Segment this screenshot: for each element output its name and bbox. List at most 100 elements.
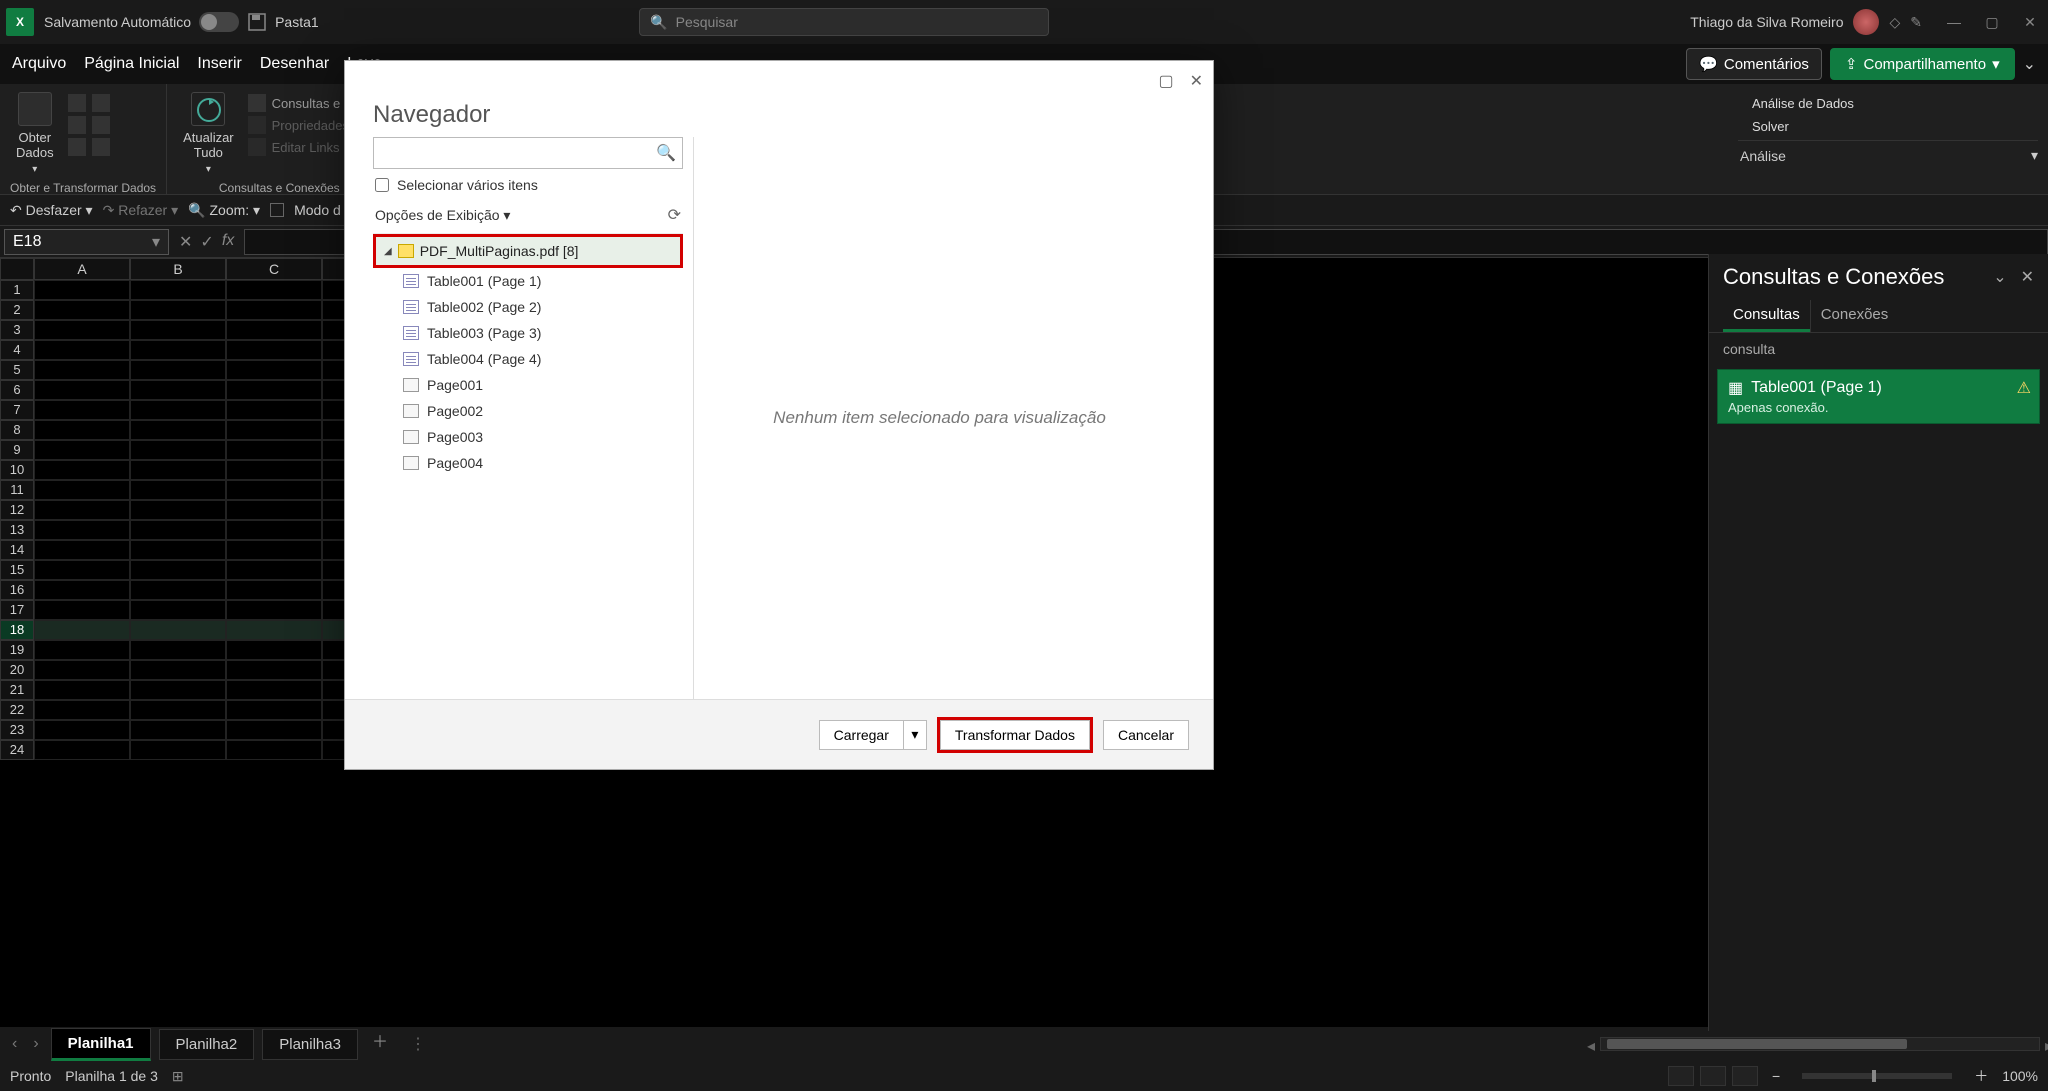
from-web-button[interactable]: [68, 116, 110, 134]
cell[interactable]: [130, 580, 226, 600]
row-header[interactable]: 7: [0, 400, 34, 420]
cell[interactable]: [226, 420, 322, 440]
sheet-drag-handle[interactable]: ⋮: [410, 1034, 426, 1054]
cell[interactable]: [226, 340, 322, 360]
cell[interactable]: [34, 380, 130, 400]
cell[interactable]: [130, 400, 226, 420]
cell[interactable]: [226, 380, 322, 400]
cell[interactable]: [226, 600, 322, 620]
cell[interactable]: [130, 540, 226, 560]
row-header[interactable]: 2: [0, 300, 34, 320]
cell[interactable]: [130, 520, 226, 540]
carregar-split-button[interactable]: Carregar ▾: [819, 720, 927, 750]
cell[interactable]: [226, 620, 322, 640]
row-header[interactable]: 16: [0, 580, 34, 600]
query-item[interactable]: ▦ Table001 (Page 1) Apenas conexão. ⚠: [1717, 369, 2040, 424]
cell[interactable]: [226, 460, 322, 480]
row-headers[interactable]: 123456789101112131415161718192021222324: [0, 280, 34, 760]
user-area[interactable]: Thiago da Silva Romeiro ◇ ✎: [1690, 9, 1922, 35]
row-header[interactable]: 22: [0, 700, 34, 720]
cell[interactable]: [34, 300, 130, 320]
cell[interactable]: [34, 720, 130, 740]
view-normal-button[interactable]: [1668, 1066, 1694, 1086]
diamond-icon[interactable]: ◇: [1889, 14, 1900, 31]
maximize-button[interactable]: ▢: [1980, 14, 2004, 31]
cell[interactable]: [226, 740, 322, 760]
tree-item-table[interactable]: Table003 (Page 3): [373, 320, 683, 346]
from-table-button[interactable]: [68, 138, 110, 156]
tab-pagina-inicial[interactable]: Página Inicial: [84, 55, 179, 73]
refresh-tree-button[interactable]: ⟳: [668, 205, 681, 225]
save-icon[interactable]: [247, 12, 267, 32]
cell[interactable]: [226, 400, 322, 420]
cancel-icon[interactable]: ✕: [179, 232, 192, 252]
zoom-button[interactable]: 🔍 Zoom: ▾: [188, 202, 260, 219]
display-options-dropdown[interactable]: Opções de Exibição ▾: [375, 207, 510, 224]
dialog-search-box[interactable]: 🔍: [373, 137, 683, 169]
cell[interactable]: [226, 540, 322, 560]
close-button[interactable]: ✕: [2018, 14, 2042, 31]
cell[interactable]: [130, 380, 226, 400]
cell[interactable]: [34, 700, 130, 720]
column-header[interactable]: A: [34, 258, 130, 280]
cell[interactable]: [226, 320, 322, 340]
cell[interactable]: [226, 480, 322, 500]
row-header[interactable]: 9: [0, 440, 34, 460]
tab-inserir[interactable]: Inserir: [197, 55, 241, 73]
cell[interactable]: [34, 540, 130, 560]
ribbon-options-icon[interactable]: ⌄: [2023, 54, 2036, 74]
cell[interactable]: [226, 440, 322, 460]
row-header[interactable]: 8: [0, 420, 34, 440]
tab-consultas[interactable]: Consultas: [1723, 300, 1810, 332]
row-header[interactable]: 23: [0, 720, 34, 740]
obter-dados-button[interactable]: Obter Dados ▾: [10, 90, 60, 177]
cell[interactable]: [34, 280, 130, 300]
row-header[interactable]: 20: [0, 660, 34, 680]
dialog-close-button[interactable]: ✕: [1190, 71, 1203, 91]
cell[interactable]: [34, 500, 130, 520]
cell[interactable]: [34, 420, 130, 440]
search-icon[interactable]: 🔍: [656, 143, 676, 163]
fx-icon[interactable]: fx: [222, 232, 234, 252]
row-header[interactable]: 11: [0, 480, 34, 500]
cell[interactable]: [34, 320, 130, 340]
tree-item-page[interactable]: Page001: [373, 372, 683, 398]
cell[interactable]: [34, 520, 130, 540]
cell[interactable]: [130, 340, 226, 360]
cell[interactable]: [130, 700, 226, 720]
transformar-dados-button[interactable]: Transformar Dados: [940, 720, 1090, 750]
tree-item-page[interactable]: Page003: [373, 424, 683, 450]
dialog-search-input[interactable]: [380, 139, 656, 167]
expand-icon[interactable]: ◢: [384, 246, 392, 257]
row-header[interactable]: 15: [0, 560, 34, 580]
sheet-tab-3[interactable]: Planilha3: [262, 1029, 358, 1060]
cell[interactable]: [130, 720, 226, 740]
panel-close-icon[interactable]: ✕: [2021, 267, 2034, 287]
cell[interactable]: [226, 660, 322, 680]
undo-button[interactable]: ↶ Desfazer ▾: [10, 202, 93, 219]
panel-collapse-icon[interactable]: ⌄: [1993, 267, 2006, 287]
tree-item-table[interactable]: Table002 (Page 2): [373, 294, 683, 320]
zoom-in-button[interactable]: ＋: [1974, 1066, 1988, 1086]
cell[interactable]: [226, 640, 322, 660]
select-all-corner[interactable]: [0, 258, 34, 280]
cell[interactable]: [130, 620, 226, 640]
sheet-tab-2[interactable]: Planilha2: [159, 1029, 255, 1060]
cell[interactable]: [226, 280, 322, 300]
select-multiple-checkbox[interactable]: Selecionar vários itens: [373, 169, 683, 201]
cell[interactable]: [130, 500, 226, 520]
autosave-toggle[interactable]: [199, 12, 239, 32]
cell[interactable]: [130, 280, 226, 300]
row-header[interactable]: 17: [0, 600, 34, 620]
cell[interactable]: [130, 420, 226, 440]
cell[interactable]: [34, 560, 130, 580]
sheet-tab-1[interactable]: Planilha1: [51, 1028, 151, 1061]
tree-item-table[interactable]: Table004 (Page 4): [373, 346, 683, 372]
cell[interactable]: [34, 620, 130, 640]
cell[interactable]: [226, 500, 322, 520]
row-header[interactable]: 13: [0, 520, 34, 540]
cell[interactable]: [34, 460, 130, 480]
chevron-down-icon[interactable]: ▾: [2031, 147, 2038, 164]
cell[interactable]: [130, 460, 226, 480]
analise-dados-button[interactable]: Análise de Dados: [1752, 96, 2024, 111]
